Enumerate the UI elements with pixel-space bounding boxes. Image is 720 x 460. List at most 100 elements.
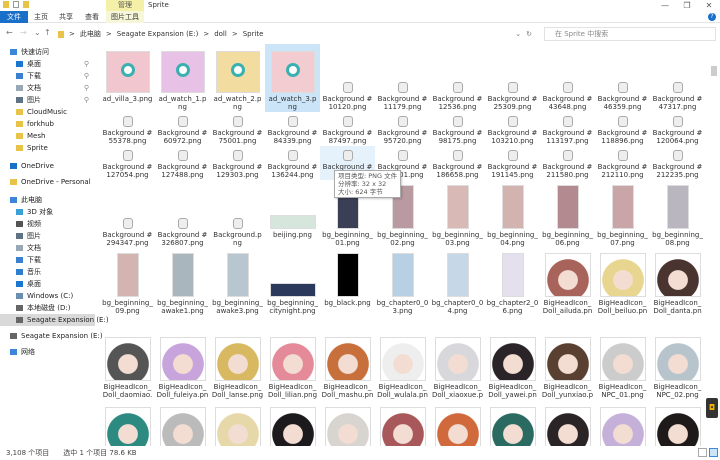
file-item[interactable]: BigHeadIcon_N bbox=[375, 400, 430, 446]
pin-icon[interactable]: ⚲ bbox=[84, 58, 89, 70]
file-item[interactable]: bg_beginning_04.png bbox=[485, 180, 540, 248]
file-item[interactable]: BigHeadIcon_N bbox=[100, 400, 155, 446]
file-item[interactable]: BigHeadIcon_N bbox=[210, 400, 265, 446]
file-item[interactable]: BigHeadIcon_Doll_daomiao.png bbox=[100, 316, 155, 400]
sidebar-item[interactable]: 3D 对象 bbox=[0, 206, 95, 218]
sidebar-item[interactable]: CloudMusic bbox=[0, 106, 95, 118]
scrollbar-thumb[interactable] bbox=[711, 66, 717, 76]
file-item[interactable]: BigHeadIcon_Doll_mashu.png bbox=[320, 316, 375, 400]
file-item[interactable]: Background #326807.png bbox=[155, 180, 210, 248]
new-folder-icon[interactable] bbox=[23, 1, 29, 8]
file-item[interactable]: BigHeadIcon_NPC_01.png bbox=[595, 316, 650, 400]
manage-context-tab[interactable]: 管理 bbox=[106, 0, 144, 11]
tab-home[interactable]: 主页 bbox=[30, 11, 52, 23]
recent-locations-button[interactable]: ⌄ bbox=[34, 28, 41, 37]
breadcrumb-sprite[interactable]: Sprite bbox=[243, 30, 264, 38]
restore-button[interactable]: ❐ bbox=[676, 0, 698, 11]
sidebar-item[interactable]: 桌面 bbox=[0, 278, 95, 290]
search-input[interactable]: 在 Sprite 中搜索 bbox=[544, 27, 716, 41]
file-item[interactable]: Background #87497.png bbox=[320, 112, 375, 146]
properties-icon[interactable] bbox=[13, 1, 19, 8]
file-item[interactable]: bg_chapter2_06.png bbox=[485, 248, 540, 316]
file-item[interactable]: Background #25309.png bbox=[485, 44, 540, 112]
sidebar-item[interactable]: 视频 bbox=[0, 218, 95, 230]
file-item[interactable]: Background #43648.png bbox=[540, 44, 595, 112]
file-item[interactable]: Background #95720.png bbox=[375, 112, 430, 146]
back-button[interactable]: ← bbox=[6, 28, 13, 37]
large-icons-view-button[interactable] bbox=[709, 448, 718, 457]
close-button[interactable]: ✕ bbox=[698, 0, 720, 11]
file-item[interactable]: Background #60972.png bbox=[155, 112, 210, 146]
file-item[interactable]: BigHeadIcon_N bbox=[265, 400, 320, 446]
file-item[interactable]: Background #84339.png bbox=[265, 112, 320, 146]
file-item[interactable]: ad_watch_1.png bbox=[155, 44, 210, 112]
forward-button[interactable]: → bbox=[20, 28, 27, 37]
sidebar-item[interactable]: 文档 ⚲ bbox=[0, 82, 95, 94]
floating-tool-button[interactable]: ◘ bbox=[706, 398, 718, 418]
file-item[interactable]: Background #120064.png bbox=[650, 112, 705, 146]
file-item[interactable]: bg_beginning_07.png bbox=[595, 180, 650, 248]
sidebar-item[interactable]: forkhub bbox=[0, 118, 95, 130]
sidebar-item[interactable]: Seagate Expansion (E:) bbox=[0, 314, 109, 326]
sidebar-item[interactable]: 下载 bbox=[0, 254, 95, 266]
file-item[interactable]: Background #186658.png bbox=[430, 146, 485, 180]
up-button[interactable]: ↑ bbox=[44, 28, 51, 37]
file-item[interactable]: BigHeadIcon_Doll_fuleiya.png bbox=[155, 316, 210, 400]
file-item[interactable]: beijing.png bbox=[265, 180, 320, 248]
file-item[interactable]: Background #12536.png bbox=[430, 44, 485, 112]
file-item[interactable]: Background.png bbox=[210, 180, 265, 248]
file-item[interactable]: BigHeadIcon_N bbox=[320, 400, 375, 446]
sidebar-item[interactable]: 网络 bbox=[0, 346, 95, 358]
sidebar-item[interactable]: 文档 bbox=[0, 242, 95, 254]
pin-icon[interactable]: ⚲ bbox=[84, 82, 89, 94]
file-item[interactable]: BigHeadIcon_Doll_xiaoxue.png bbox=[430, 316, 485, 400]
sidebar-item[interactable]: 图片 ⚲ bbox=[0, 94, 95, 106]
file-item[interactable]: BigHeadIcon_N bbox=[650, 400, 705, 446]
file-item[interactable]: Background #55378.png bbox=[100, 112, 155, 146]
file-item[interactable]: BigHeadIcon_Doll_yawei.png bbox=[485, 316, 540, 400]
sidebar-item[interactable]: 快速访问 bbox=[0, 46, 95, 58]
file-item[interactable]: Background #191145.png bbox=[485, 146, 540, 180]
sidebar-item[interactable]: 下载 ⚲ bbox=[0, 70, 95, 82]
file-item[interactable]: bg_black.png bbox=[320, 248, 375, 316]
tab-file[interactable]: 文件 bbox=[0, 11, 28, 23]
file-item[interactable]: ad_villa_3.png bbox=[100, 44, 155, 112]
pin-icon[interactable]: ⚲ bbox=[84, 94, 89, 106]
file-item[interactable]: BigHeadIcon_Doll_yunxiao.png bbox=[540, 316, 595, 400]
file-item[interactable]: Background #211580.png bbox=[540, 146, 595, 180]
sidebar-item[interactable]: 此电脑 bbox=[0, 194, 95, 206]
tab-picture-tools[interactable]: 图片工具 bbox=[106, 11, 144, 23]
file-item[interactable]: Background #127488.png bbox=[155, 146, 210, 180]
sidebar-item[interactable]: Mesh bbox=[0, 130, 95, 142]
file-item[interactable]: BigHeadIcon_N bbox=[540, 400, 595, 446]
file-item[interactable]: Background #113197.png bbox=[540, 112, 595, 146]
file-item[interactable]: bg_beginning_citynight.png bbox=[265, 248, 320, 316]
file-item[interactable]: BigHeadIcon_Doll_wulala.png bbox=[375, 316, 430, 400]
sidebar-item[interactable]: Windows (C:) bbox=[0, 290, 95, 302]
breadcrumb-doll[interactable]: doll bbox=[214, 30, 227, 38]
file-item[interactable]: Background #212235.png bbox=[650, 146, 705, 180]
file-item[interactable]: Background #10120.png bbox=[320, 44, 375, 112]
file-item[interactable]: Background #103210.png bbox=[485, 112, 540, 146]
sidebar-item[interactable]: OneDrive - Personal bbox=[0, 176, 95, 188]
file-item[interactable]: BigHeadIcon_Doll_beiluo.png bbox=[595, 248, 650, 316]
file-item[interactable]: BigHeadIcon_Doll_danta.png bbox=[650, 248, 705, 316]
sidebar-item[interactable]: OneDrive bbox=[0, 160, 95, 172]
sidebar-item[interactable]: 音乐 bbox=[0, 266, 95, 278]
vertical-scrollbar[interactable] bbox=[708, 44, 720, 446]
file-item[interactable]: BigHeadIcon_NPC_02.png bbox=[650, 316, 705, 400]
file-item[interactable]: ad_watch_2.png bbox=[210, 44, 265, 112]
file-item[interactable]: bg_beginning_08.png bbox=[650, 180, 705, 248]
refresh-button[interactable]: ↻ bbox=[526, 30, 532, 38]
sidebar-item[interactable]: 本地磁盘 (D:) bbox=[0, 302, 95, 314]
sidebar-item[interactable]: Sprite bbox=[0, 142, 95, 154]
file-item[interactable]: Background #11179.png bbox=[375, 44, 430, 112]
file-item[interactable]: BigHeadIcon_N bbox=[595, 400, 650, 446]
file-item[interactable]: BigHeadIcon_Doll_ailuda.png bbox=[540, 248, 595, 316]
file-item[interactable]: Background #127054.png bbox=[100, 146, 155, 180]
file-item[interactable]: BigHeadIcon_N bbox=[430, 400, 485, 446]
file-item[interactable]: BigHeadIcon_N bbox=[155, 400, 210, 446]
tab-share[interactable]: 共享 bbox=[54, 11, 78, 23]
file-item[interactable]: Background #136244.png bbox=[265, 146, 320, 180]
sidebar-item[interactable]: 图片 bbox=[0, 230, 95, 242]
